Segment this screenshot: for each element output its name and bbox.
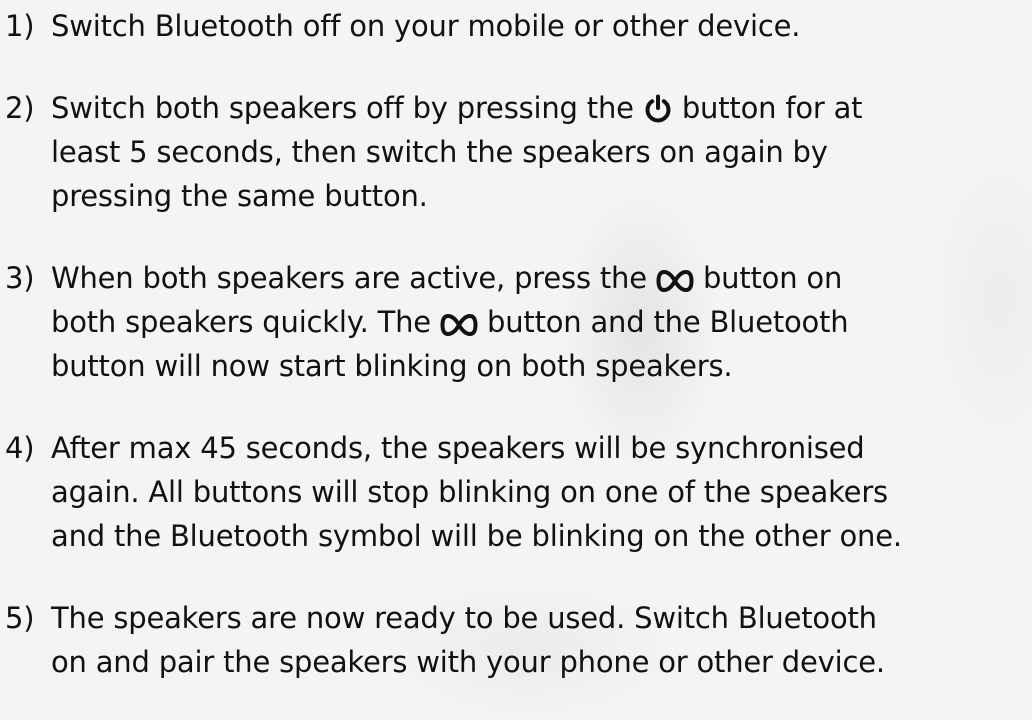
step-line: 2) Switch both speakers off by pressing t… [5, 86, 1029, 130]
step-line: on and pair the speakers with your phone… [51, 645, 885, 679]
step-text: Switch both speakers off by pressing the [51, 91, 634, 125]
step-text: button and the Bluetooth [487, 305, 849, 339]
step-line: pressing the same button. [51, 179, 428, 213]
step-text: After max 45 seconds, the speakers will … [51, 431, 865, 465]
step-line: 5) The speakers are now ready to be used.… [5, 596, 1029, 640]
step-number: 2) [5, 91, 35, 125]
step-2: 2) Switch both speakers off by pressing t… [5, 86, 1029, 218]
step-3: 3) When both speakers are active, press t… [5, 256, 1029, 388]
step-number: 1) [5, 9, 35, 43]
step-line: 4) After max 45 seconds, the speakers wil… [5, 426, 1029, 470]
step-line: least 5 seconds, then switch the speaker… [51, 135, 828, 169]
step-number: 5) [5, 601, 35, 635]
step-text: The speakers are now ready to be used. S… [51, 601, 877, 635]
step-line: and the Bluetooth symbol will be blinkin… [51, 519, 902, 553]
infinity-icon [440, 312, 478, 338]
step-text: button for at [681, 91, 863, 125]
step-line: both speakers quickly. The button and th… [5, 300, 1029, 344]
power-icon [643, 94, 673, 124]
step-number: 3) [5, 261, 35, 295]
step-number: 4) [5, 431, 35, 465]
step-line: again. All buttons will stop blinking on… [51, 475, 888, 509]
step-text: When both speakers are active, press the [51, 261, 647, 295]
step-text: Switch Bluetooth off on your mobile or o… [51, 9, 801, 43]
step-text: both speakers quickly. The [51, 305, 431, 339]
step-line: 1) Switch Bluetooth off on your mobile or… [5, 4, 1029, 48]
step-line: button will now start blinking on both s… [51, 349, 733, 383]
step-4: 4) After max 45 seconds, the speakers wil… [5, 426, 1029, 558]
step-line: 3) When both speakers are active, press t… [5, 256, 1029, 300]
step-text: button on [702, 261, 843, 295]
step-5: 5) The speakers are now ready to be used.… [5, 596, 1029, 684]
step-1: 1) Switch Bluetooth off on your mobile or… [5, 4, 1029, 48]
infinity-icon [656, 268, 694, 294]
